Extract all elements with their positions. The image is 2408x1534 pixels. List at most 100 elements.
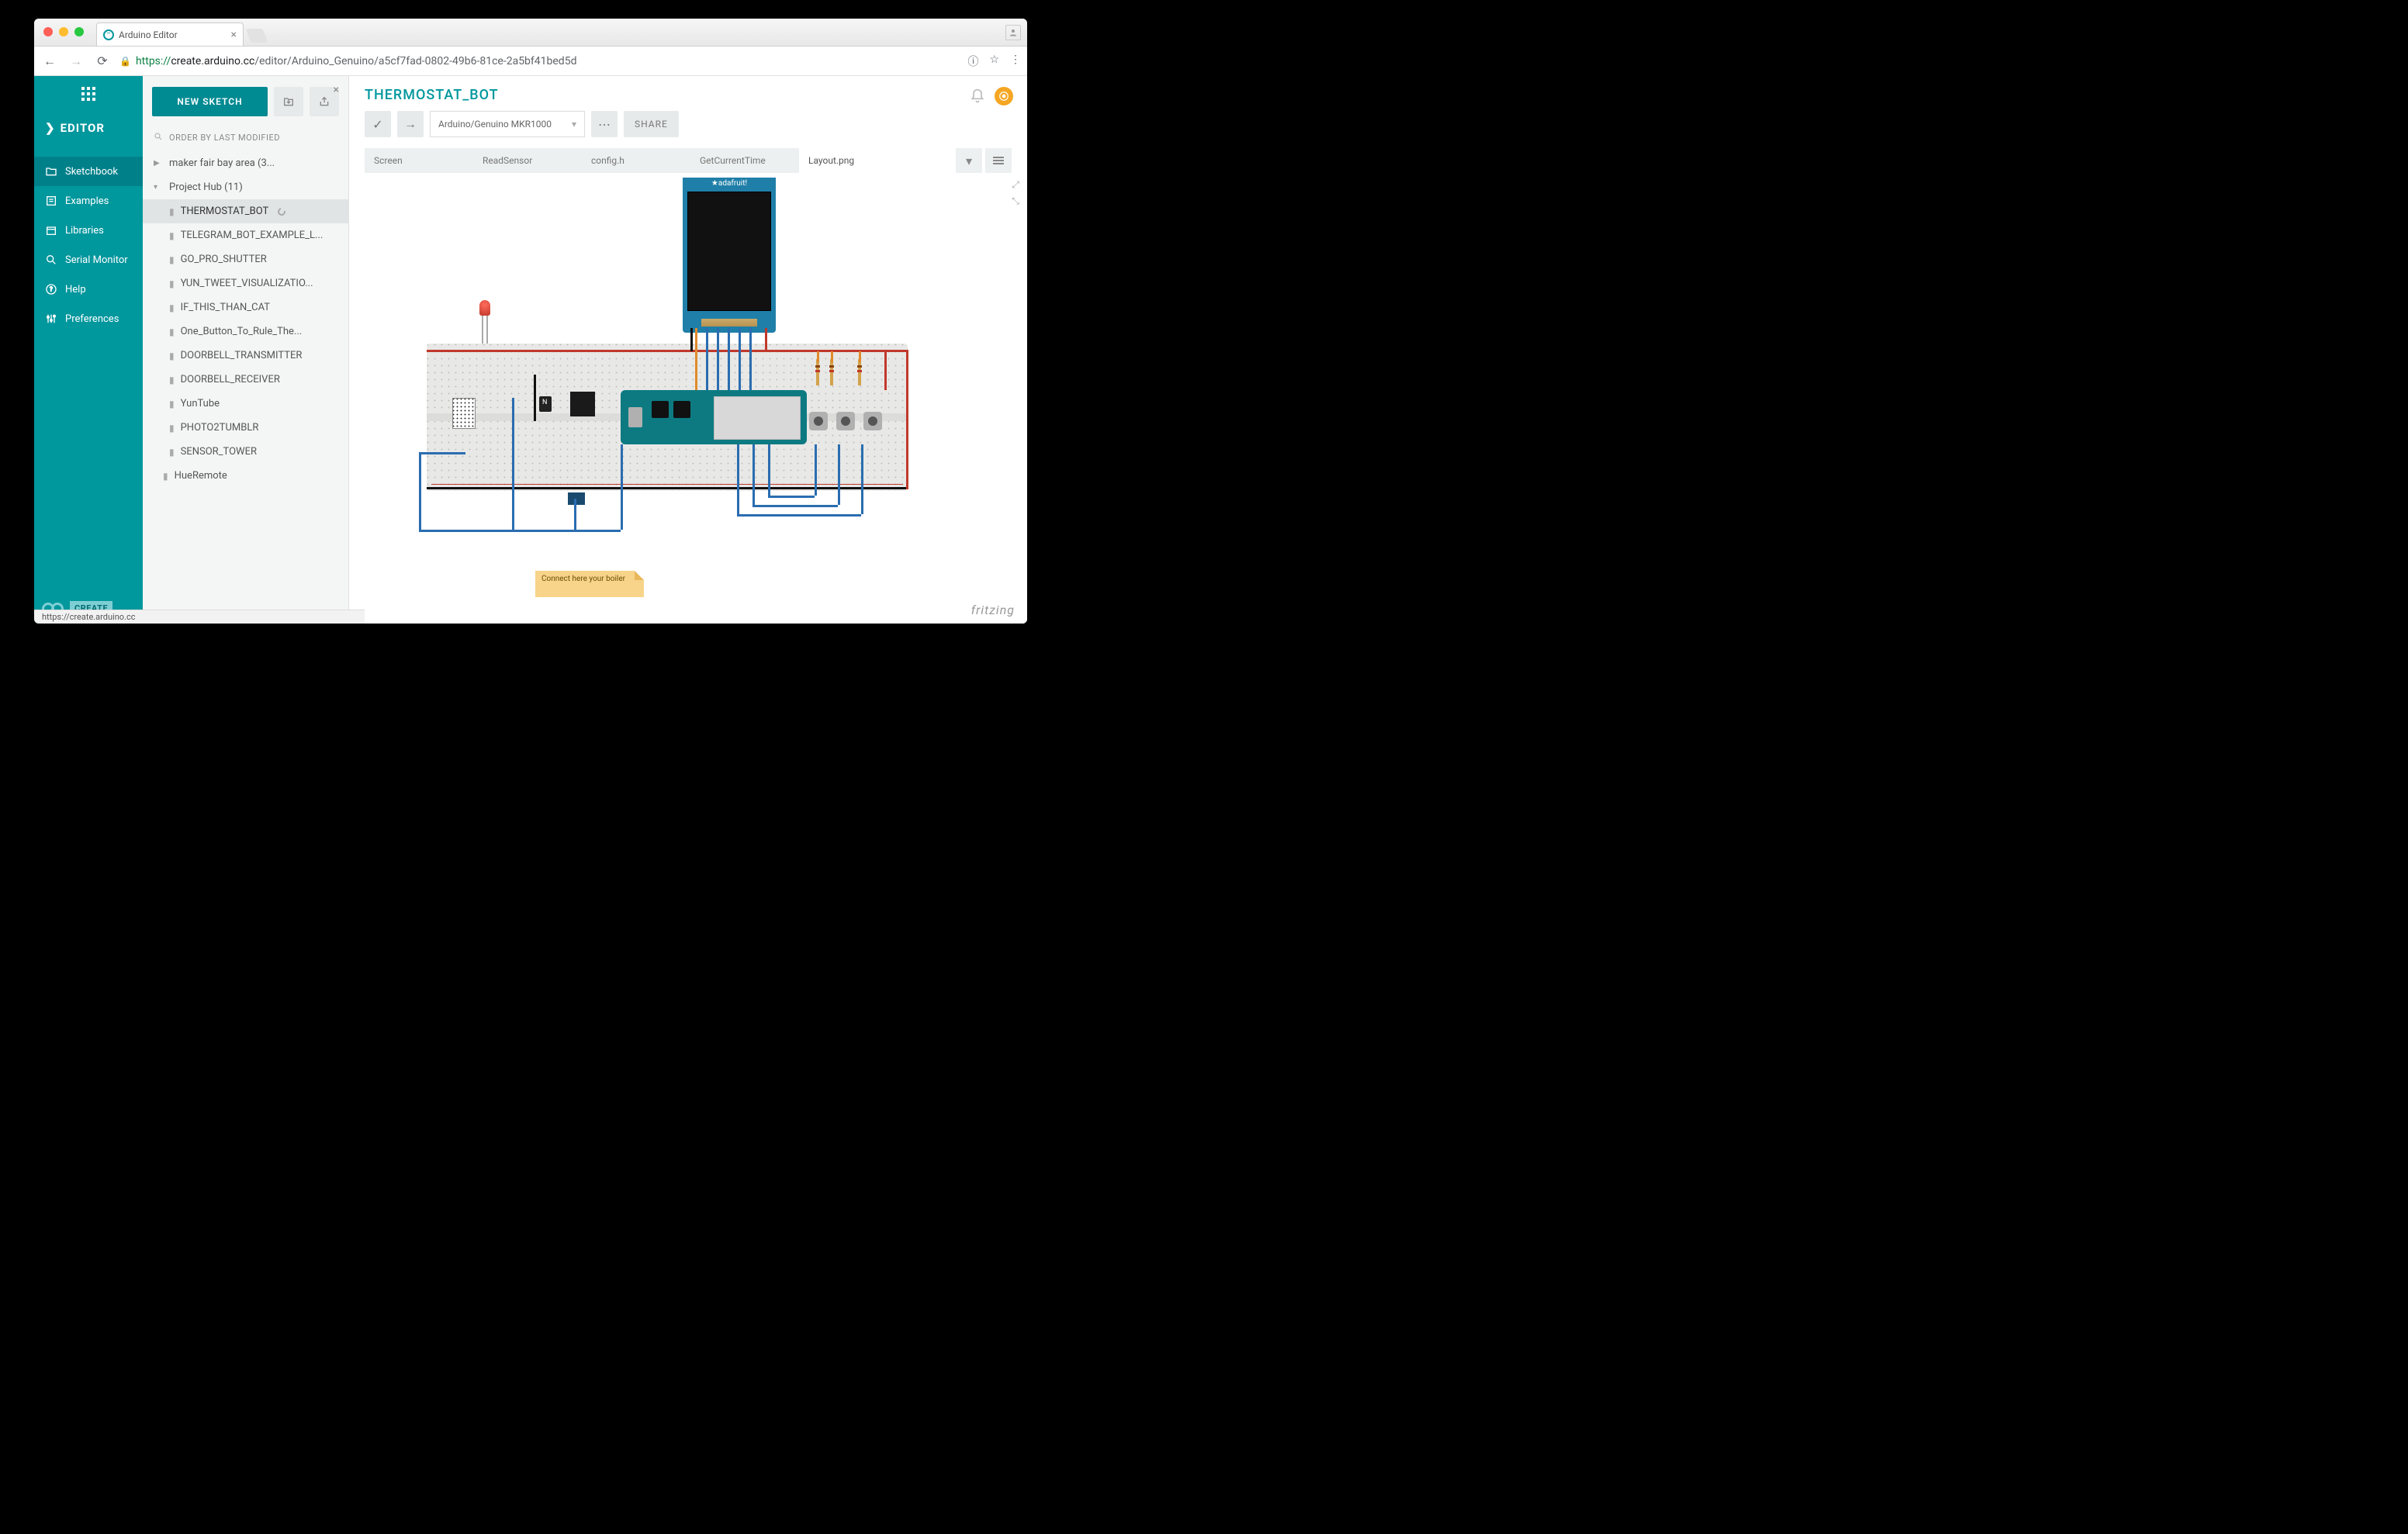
tree-label: DOORBELL_RECEIVER [181,374,280,385]
share-button[interactable]: SHARE [624,111,679,137]
wire [717,328,719,390]
board-select[interactable]: Arduino/Genuino MKR1000 ▾ [430,111,585,137]
resistor-component [816,359,819,385]
tree-file[interactable]: ▮ THERMOSTAT_BOT [143,199,348,223]
file-tab-layout[interactable]: Layout.png [799,148,908,173]
tree-file[interactable]: ▮YunTube [143,392,348,416]
tree-file[interactable]: ▮PHOTO2TUMBLR [143,416,348,440]
wire [884,351,887,390]
tree-label: TELEGRAM_BOT_EXAMPLE_L... [181,230,323,241]
file-icon: ▮ [163,471,168,482]
nav-preferences[interactable]: Preferences [34,304,143,333]
wire [859,351,861,362]
sort-label: ORDER BY LAST MODIFIED [169,133,280,143]
wire [749,328,752,390]
nav-sketchbook[interactable]: Sketchbook [34,157,143,186]
minimize-window-button[interactable] [59,27,68,36]
file-icon: ▮ [169,206,175,217]
folder-icon [45,165,57,178]
zoom-window-button[interactable] [74,27,84,36]
forward-button[interactable]: → [67,52,85,71]
nav-serial-monitor[interactable]: Serial Monitor [34,245,143,275]
file-tab-getcurrenttime[interactable]: GetCurrentTime [690,148,799,173]
back-button[interactable]: ← [40,52,59,71]
sync-icon [276,206,287,217]
tree-file[interactable]: ▮One_Button_To_Rule_The... [143,320,348,344]
nav-help[interactable]: ? Help [34,275,143,304]
main-header: THERMOSTAT_BOT ✓ → Arduino/Genuino MKR10… [349,76,1027,173]
verify-button[interactable]: ✓ [365,111,391,137]
file-icon: ▮ [169,230,175,241]
browser-tab[interactable]: Arduino Editor × [96,22,244,46]
resistor-component [858,359,861,385]
tft-connector [701,319,757,326]
url-field[interactable]: 🔒 https://create.arduino.cc/editor/Ardui… [119,55,960,67]
browser-profile-button[interactable] [1005,25,1021,40]
tree-file[interactable]: ▮DOORBELL_RECEIVER [143,368,348,392]
panel-close-button[interactable]: × [334,84,339,96]
sort-row[interactable]: ORDER BY LAST MODIFIED [143,124,348,151]
close-tab-button[interactable]: × [231,29,237,41]
import-button[interactable] [274,87,303,116]
wire [768,496,815,498]
url-protocol: https:// [136,55,171,67]
reload-button[interactable]: ⟳ [93,52,112,71]
tree-file[interactable]: ▮IF_THIS_THAN_CAT [143,295,348,320]
new-tab-button[interactable] [246,29,268,43]
sketchbook-panel: × NEW SKETCH ORDER BY LAST MODIFIED ▶ ma… [143,76,349,624]
wire [737,514,861,517]
board-label: Arduino/Genuino MKR1000 [438,119,552,130]
tabs-dropdown-button[interactable]: ▾ [956,148,982,173]
left-nav: ❯ EDITOR Sketchbook Examples Libraries [34,76,143,624]
nav-label: Help [65,284,86,295]
editor-heading-label: EDITOR [61,121,105,135]
chrome-menu-icon[interactable]: ⋮ [1010,54,1021,69]
transistor-component [539,396,552,412]
file-tab-config[interactable]: config.h [582,148,690,173]
browser-window: Arduino Editor × ← → ⟳ 🔒 https://create.… [34,19,1027,624]
tree-file[interactable]: ▮ TELEGRAM_BOT_EXAMPLE_L... [143,223,348,247]
browser-status-bar: https://create.arduino.cc [34,610,365,624]
tree-file[interactable]: ▮YUN_TWEET_VISUALIZATIO... [143,271,348,295]
tree-file[interactable]: ▮DOORBELL_TRANSMITTER [143,344,348,368]
upload-button[interactable]: → [397,111,424,137]
wire [574,499,576,530]
wire [737,444,739,514]
tree-file[interactable]: ▮SENSOR_TOWER [143,440,348,464]
wire [838,444,840,505]
tree-label: SENSOR_TOWER [181,446,257,458]
url-path: /editor/Arduino_Genuino/a5cf7fad-0802-49… [254,55,576,67]
wire [621,444,623,530]
nav-libraries[interactable]: Libraries [34,216,143,245]
chevron-right-icon: ❯ [45,121,56,135]
tft-display-component: ★adafruit! [683,178,776,333]
titlebar: Arduino Editor × [34,19,1027,47]
sketch-tree: ▶ maker fair bay area (3... ▾ Project Hu… [143,151,348,624]
tree-file[interactable]: ▮ HueRemote [143,464,348,488]
tree-label: maker fair bay area (3... [169,157,275,169]
collapse-icon[interactable]: ⤡ [1012,195,1019,207]
tree-folder[interactable]: ▶ maker fair bay area (3... [143,151,348,175]
tabs-list-button[interactable] [985,148,1012,173]
expand-icon[interactable]: ⤢ [1012,179,1019,191]
site-info-icon[interactable]: ⓘ [967,54,978,69]
user-avatar[interactable] [995,87,1013,105]
tree-folder[interactable]: ▾ Project Hub (11) [143,175,348,199]
module-component [568,492,585,505]
bell-icon[interactable] [970,88,985,104]
canvas-controls: ⤢ ⤡ [1012,179,1019,207]
status-url: https://create.arduino.cc [42,612,136,622]
more-menu-button[interactable]: ⋯ [591,111,618,137]
file-tab-screen[interactable]: Screen [365,148,473,173]
nav-examples[interactable]: Examples [34,186,143,216]
tab-title: Arduino Editor [119,29,178,40]
file-tab-readsensor[interactable]: ReadSensor [473,148,582,173]
close-window-button[interactable] [43,27,53,36]
pushbutton-component [836,412,855,430]
new-sketch-button[interactable]: NEW SKETCH [152,87,268,116]
bookmark-icon[interactable]: ☆ [989,54,999,69]
wire [765,328,767,351]
tree-file[interactable]: ▮GO_PRO_SHUTTER [143,247,348,271]
apps-menu-button[interactable] [34,76,143,112]
layout-canvas[interactable]: ⤢ ⤡ ★adafruit! [349,173,1027,624]
